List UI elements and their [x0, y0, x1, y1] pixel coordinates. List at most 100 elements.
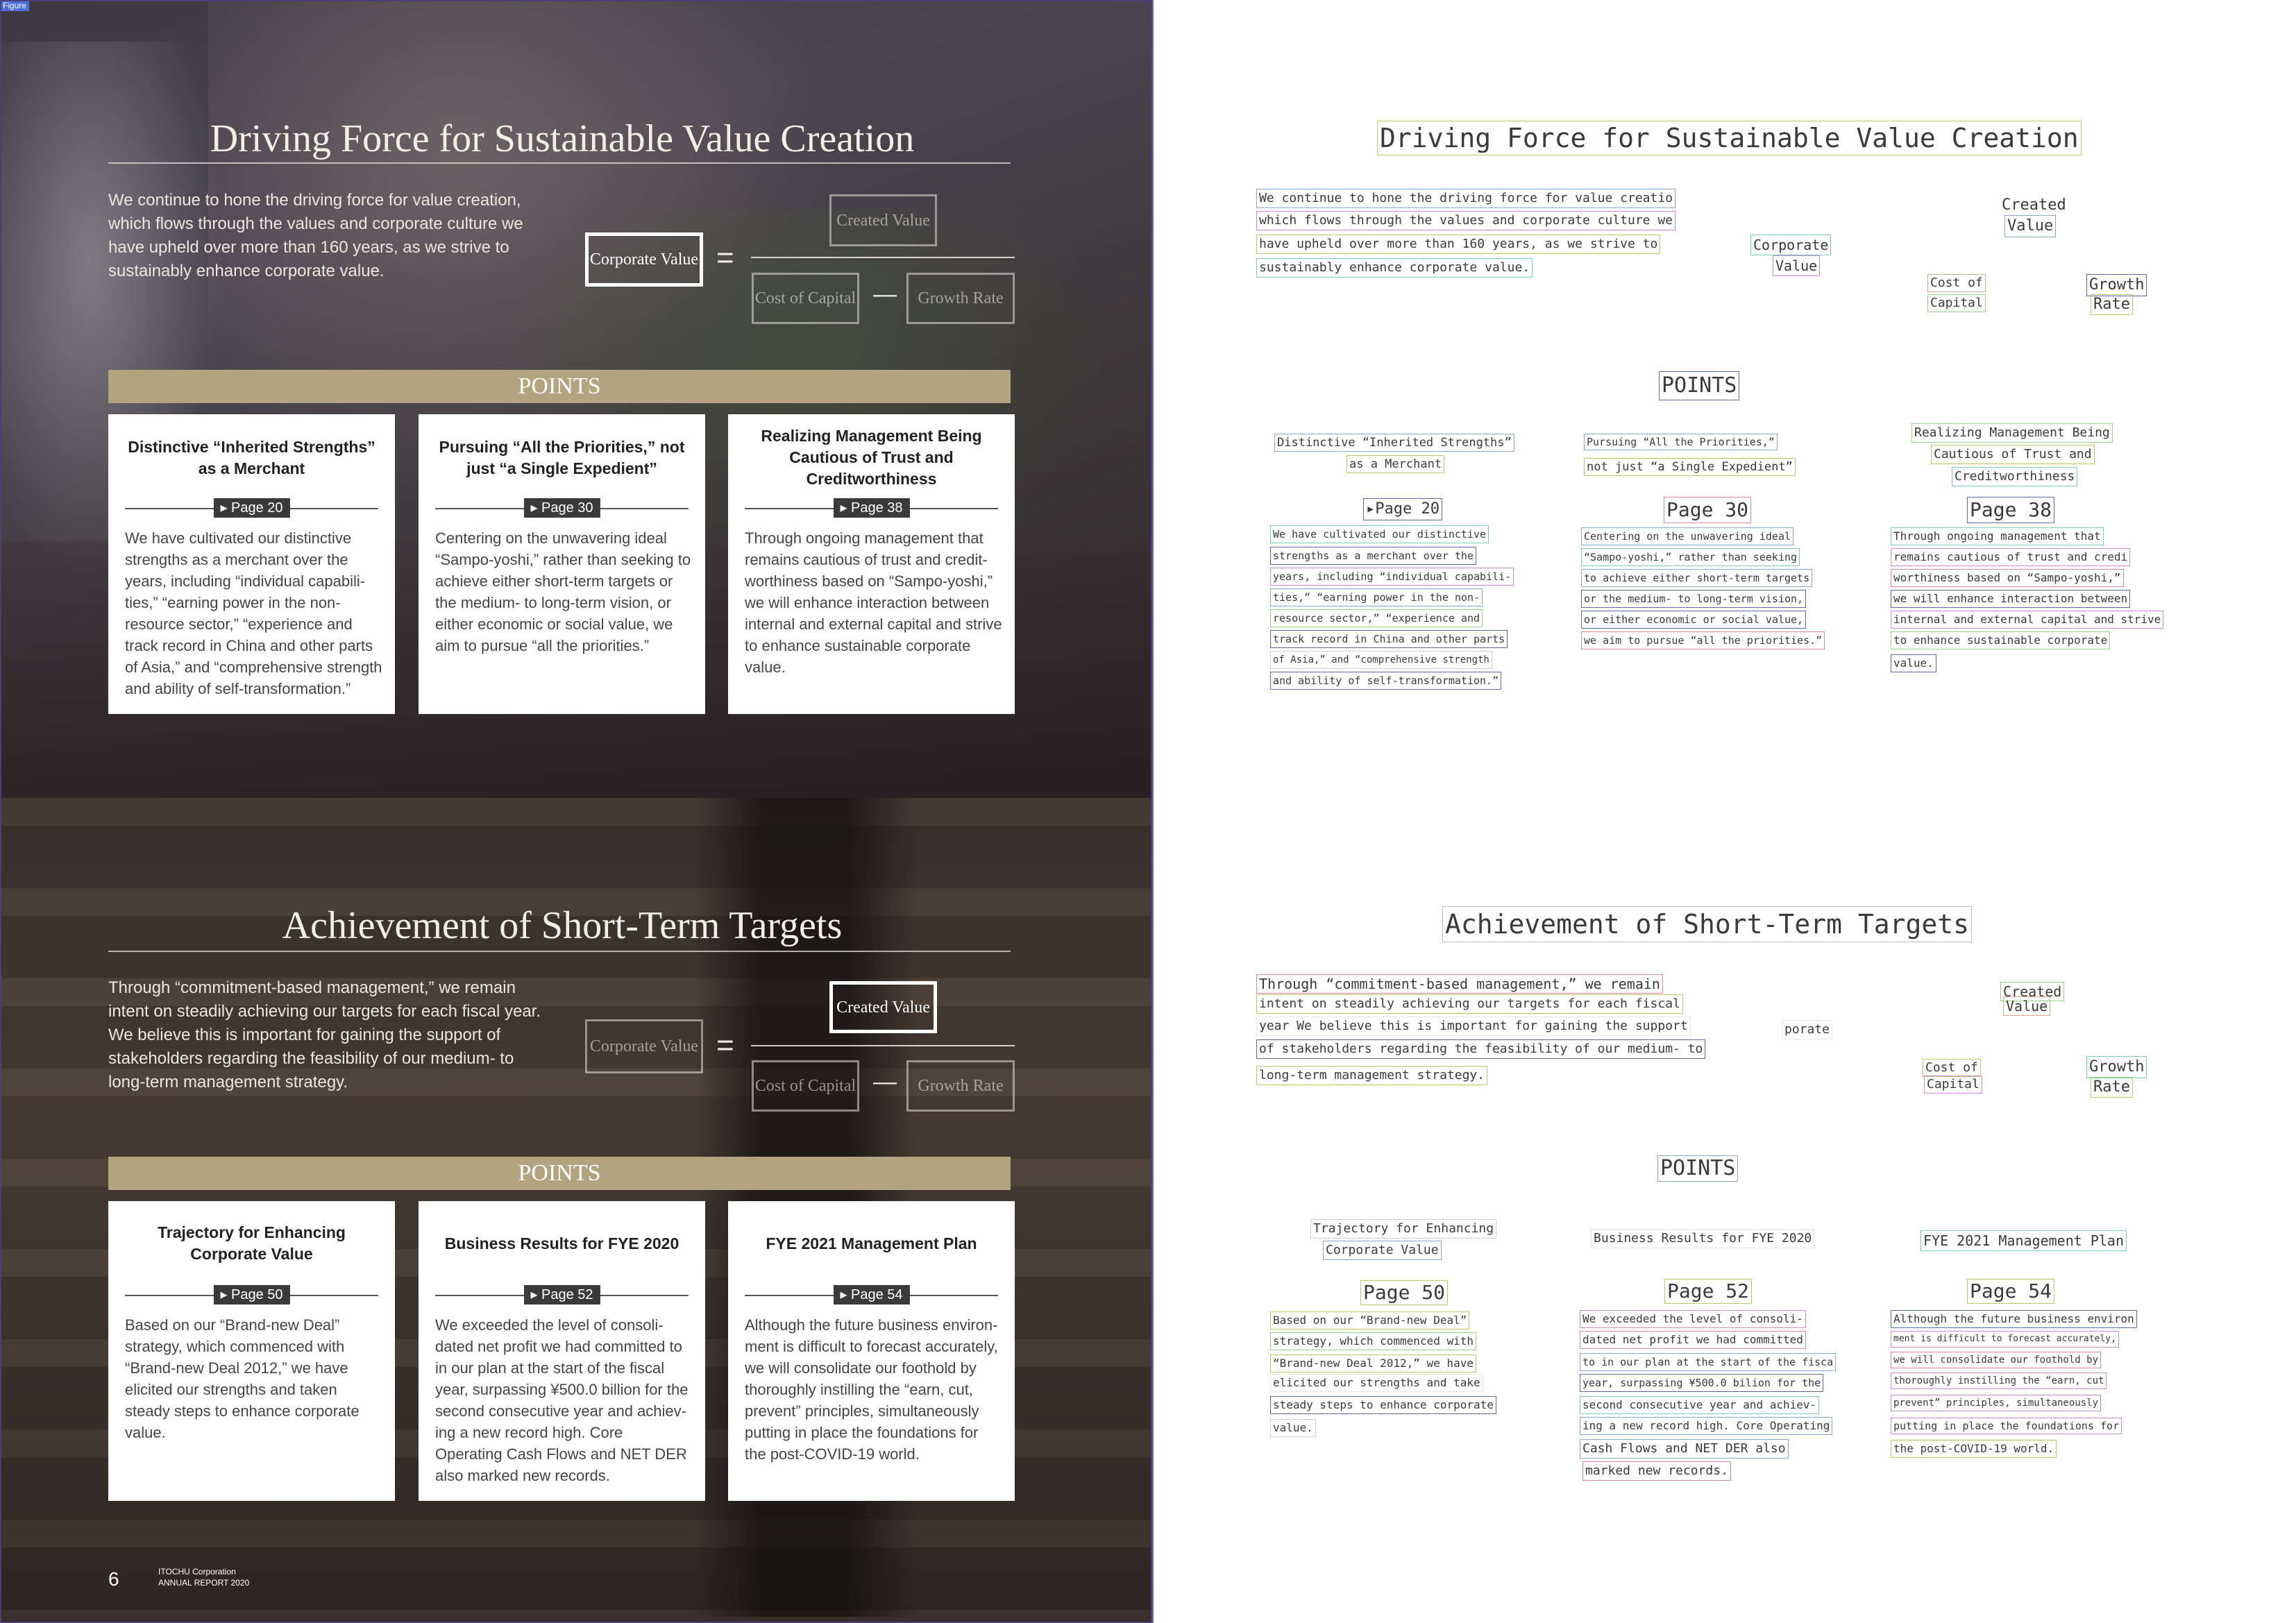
ocr-line: which flows through the values and corpo…	[1256, 211, 1676, 230]
ocr-line: remains cautious of trust and credi	[1891, 548, 2131, 566]
ocr-line: strengths as a merchant over the	[1270, 547, 1476, 565]
page-link[interactable]: ▸ Page 54	[833, 1285, 910, 1305]
ocr-word: Rate	[2091, 294, 2133, 315]
cost-of-capital-box: Cost of Capital	[752, 1060, 859, 1112]
ocr-line: strategy, which commenced with	[1270, 1332, 1476, 1350]
ocr-line: We exceeded the level of consoli-	[1580, 1310, 1806, 1328]
section-title: Achievement of Short-Term Targets	[282, 904, 843, 947]
ocr-line: Centering on the unwavering ideal	[1581, 527, 1794, 545]
ocr-line: Creditworthiness	[1952, 467, 2078, 486]
ocr-page-ref: Page 50	[1360, 1280, 1449, 1305]
ocr-word: Growth	[2086, 1056, 2147, 1078]
page-link[interactable]: ▸ Page 50	[213, 1285, 290, 1305]
intro-text: Through “commitment-based management,” w…	[108, 978, 541, 1091]
card-title: FYE 2021 Management Plan	[766, 1234, 977, 1252]
ocr-line: intent on steadily achieving our targets…	[1256, 994, 1683, 1014]
ocr-line: years, including “individual capabili-	[1270, 568, 1514, 586]
cost-of-capital-box: Cost of Capital	[752, 273, 859, 324]
ocr-line: Distinctive “Inherited Strengths”	[1274, 434, 1514, 452]
ocr-line: Based on our “Brand-new Deal”	[1270, 1311, 1470, 1329]
ocr-line: steady steps to enhance corporate	[1270, 1396, 1496, 1414]
point-card-4: Trajectory for Enhancing Corporate Value…	[108, 1201, 395, 1501]
ocr-word: porate	[1782, 1020, 1833, 1039]
page-link[interactable]: ▸ Page 30	[523, 498, 600, 518]
page-number: 6	[108, 1568, 119, 1590]
card-body: Based on our “Brand-new Deal” strategy, …	[125, 1316, 360, 1441]
card-title: Pursuing “All the Priorities,” not just …	[439, 438, 685, 477]
ocr-line: “Brand-new Deal 2012,” we have	[1270, 1354, 1476, 1373]
point-card-3: Realizing Management Being Cautious of T…	[728, 414, 1015, 714]
footer-company: ITOCHU Corporation ANNUAL REPORT 2020	[158, 1566, 249, 1588]
ocr-line: putting in place the foundations for	[1891, 1418, 2122, 1434]
ocr-line: value.	[1270, 1419, 1316, 1437]
points-bar: POINTS	[108, 370, 1011, 403]
card-title: Business Results for FYE 2020	[444, 1234, 679, 1252]
ocr-line: thoroughly instilling the “earn, cut	[1891, 1373, 2107, 1389]
growth-rate-box: Growth Rate	[906, 1060, 1015, 1112]
card-title: Realizing Management Being Cautious of T…	[761, 427, 982, 488]
ocr-line: long-term management strategy.	[1256, 1066, 1488, 1085]
ocr-line: elicited our strengths and take	[1270, 1374, 1483, 1392]
ocr-word: Value	[2004, 215, 2057, 237]
ocr-line: dated net profit we had committed	[1580, 1331, 1806, 1349]
page-link[interactable]: ▸ Page 38	[833, 498, 910, 518]
ocr-line: ties,” “earning power in the non-	[1270, 588, 1483, 606]
ocr-line: year, surpassing ¥500.0 bilion for the	[1580, 1374, 1824, 1392]
created-value-box: Created Value	[829, 194, 937, 246]
point-card-2: Pursuing “All the Priorities,” not just …	[419, 414, 705, 714]
ocr-line: Through “commitment-based management,” w…	[1256, 974, 1663, 994]
ocr-line: we aim to pursue “all the priorities.”	[1581, 631, 1825, 649]
ocr-line: Although the future business environ	[1891, 1310, 2137, 1328]
card-title: Distinctive “Inherited Strengths” as a M…	[128, 438, 375, 477]
ocr-word: Corporate	[1750, 235, 1832, 255]
ocr-line: ment is difficult to forecast accurately…	[1891, 1331, 2119, 1348]
page-link[interactable]: ▸ Page 20	[213, 498, 290, 518]
ocr-line: and ability of self-transformation.”	[1270, 672, 1502, 690]
created-value-box: Created Value	[829, 981, 937, 1033]
left-page: Figure Driving Force for Sustainable Val…	[0, 0, 1152, 1623]
equals-sign: =	[716, 1028, 734, 1062]
ocr-points: POINTS	[1659, 371, 1740, 400]
ocr-line: resource sector,” “experience and	[1270, 609, 1483, 627]
ocr-word: Value	[1773, 255, 1821, 276]
ocr-line: we will enhance interaction between	[1891, 590, 2131, 608]
title-rule	[108, 951, 1011, 952]
ocr-word: Growth	[2086, 274, 2147, 296]
corporate-value-box: Corporate Value	[585, 1019, 703, 1073]
ocr-page-ref: Page 38	[1967, 497, 2055, 523]
intro-text: We continue to hone the driving force fo…	[108, 191, 523, 280]
minus-sign: —	[873, 281, 897, 307]
ocr-title: Driving Force for Sustainable Value Crea…	[1377, 121, 2082, 155]
ocr-line: to achieve either short-term targets	[1581, 569, 1813, 587]
ocr-line: We have cultivated our distinctive	[1270, 525, 1489, 543]
ocr-line: sustainably enhance corporate value.	[1256, 258, 1533, 278]
company-name: ITOCHU Corporation	[158, 1567, 236, 1577]
ocr-word: Cost of	[1923, 1059, 1981, 1077]
ocr-line: we will consolidate our foothold by	[1891, 1352, 2102, 1368]
fraction-bar	[751, 257, 1015, 258]
ocr-word: Cost of	[1927, 274, 1986, 292]
ocr-line: Business Results for FYE 2020	[1591, 1229, 1815, 1248]
point-card-5: Business Results for FYE 2020 ▸ Page 52 …	[419, 1201, 705, 1501]
card-body: Centering on the unwavering ideal “Sampo…	[435, 529, 691, 654]
ocr-points: POINTS	[1657, 1155, 1739, 1182]
ocr-line: Corporate Value	[1323, 1241, 1442, 1260]
ocr-line: the post-COVID-19 world.	[1891, 1440, 2057, 1458]
ocr-line: not just “a Single Expedient”	[1584, 458, 1796, 476]
ocr-line: Realizing Management Being	[1911, 423, 2113, 443]
card-title: Trajectory for Enhancing Corporate Value	[158, 1223, 346, 1263]
ocr-line: of Asia,” and “comprehensive strength	[1270, 651, 1492, 669]
corporate-value-box: Corporate Value	[585, 232, 703, 287]
ocr-line: as a Merchant	[1347, 455, 1445, 473]
points-bar: POINTS	[108, 1157, 1011, 1190]
ocr-line: or the medium- to long-term vision,	[1581, 590, 1807, 608]
fraction-bar	[751, 1045, 1015, 1046]
ocr-page-ref: Page 54	[1967, 1279, 2055, 1304]
card-body: Through ongoing management that remains …	[745, 529, 1002, 676]
ocr-page-ref: Page 30	[1664, 497, 1752, 523]
ocr-line: worthiness based on “Sampo-yoshi,”	[1891, 569, 2124, 587]
ocr-line: FYE 2021 Management Plan	[1921, 1230, 2127, 1251]
ocr-line: Through ongoing management that	[1891, 527, 2104, 545]
ocr-line: Pursuing “All the Priorities,”	[1584, 434, 1778, 450]
page-link[interactable]: ▸ Page 52	[523, 1285, 600, 1305]
